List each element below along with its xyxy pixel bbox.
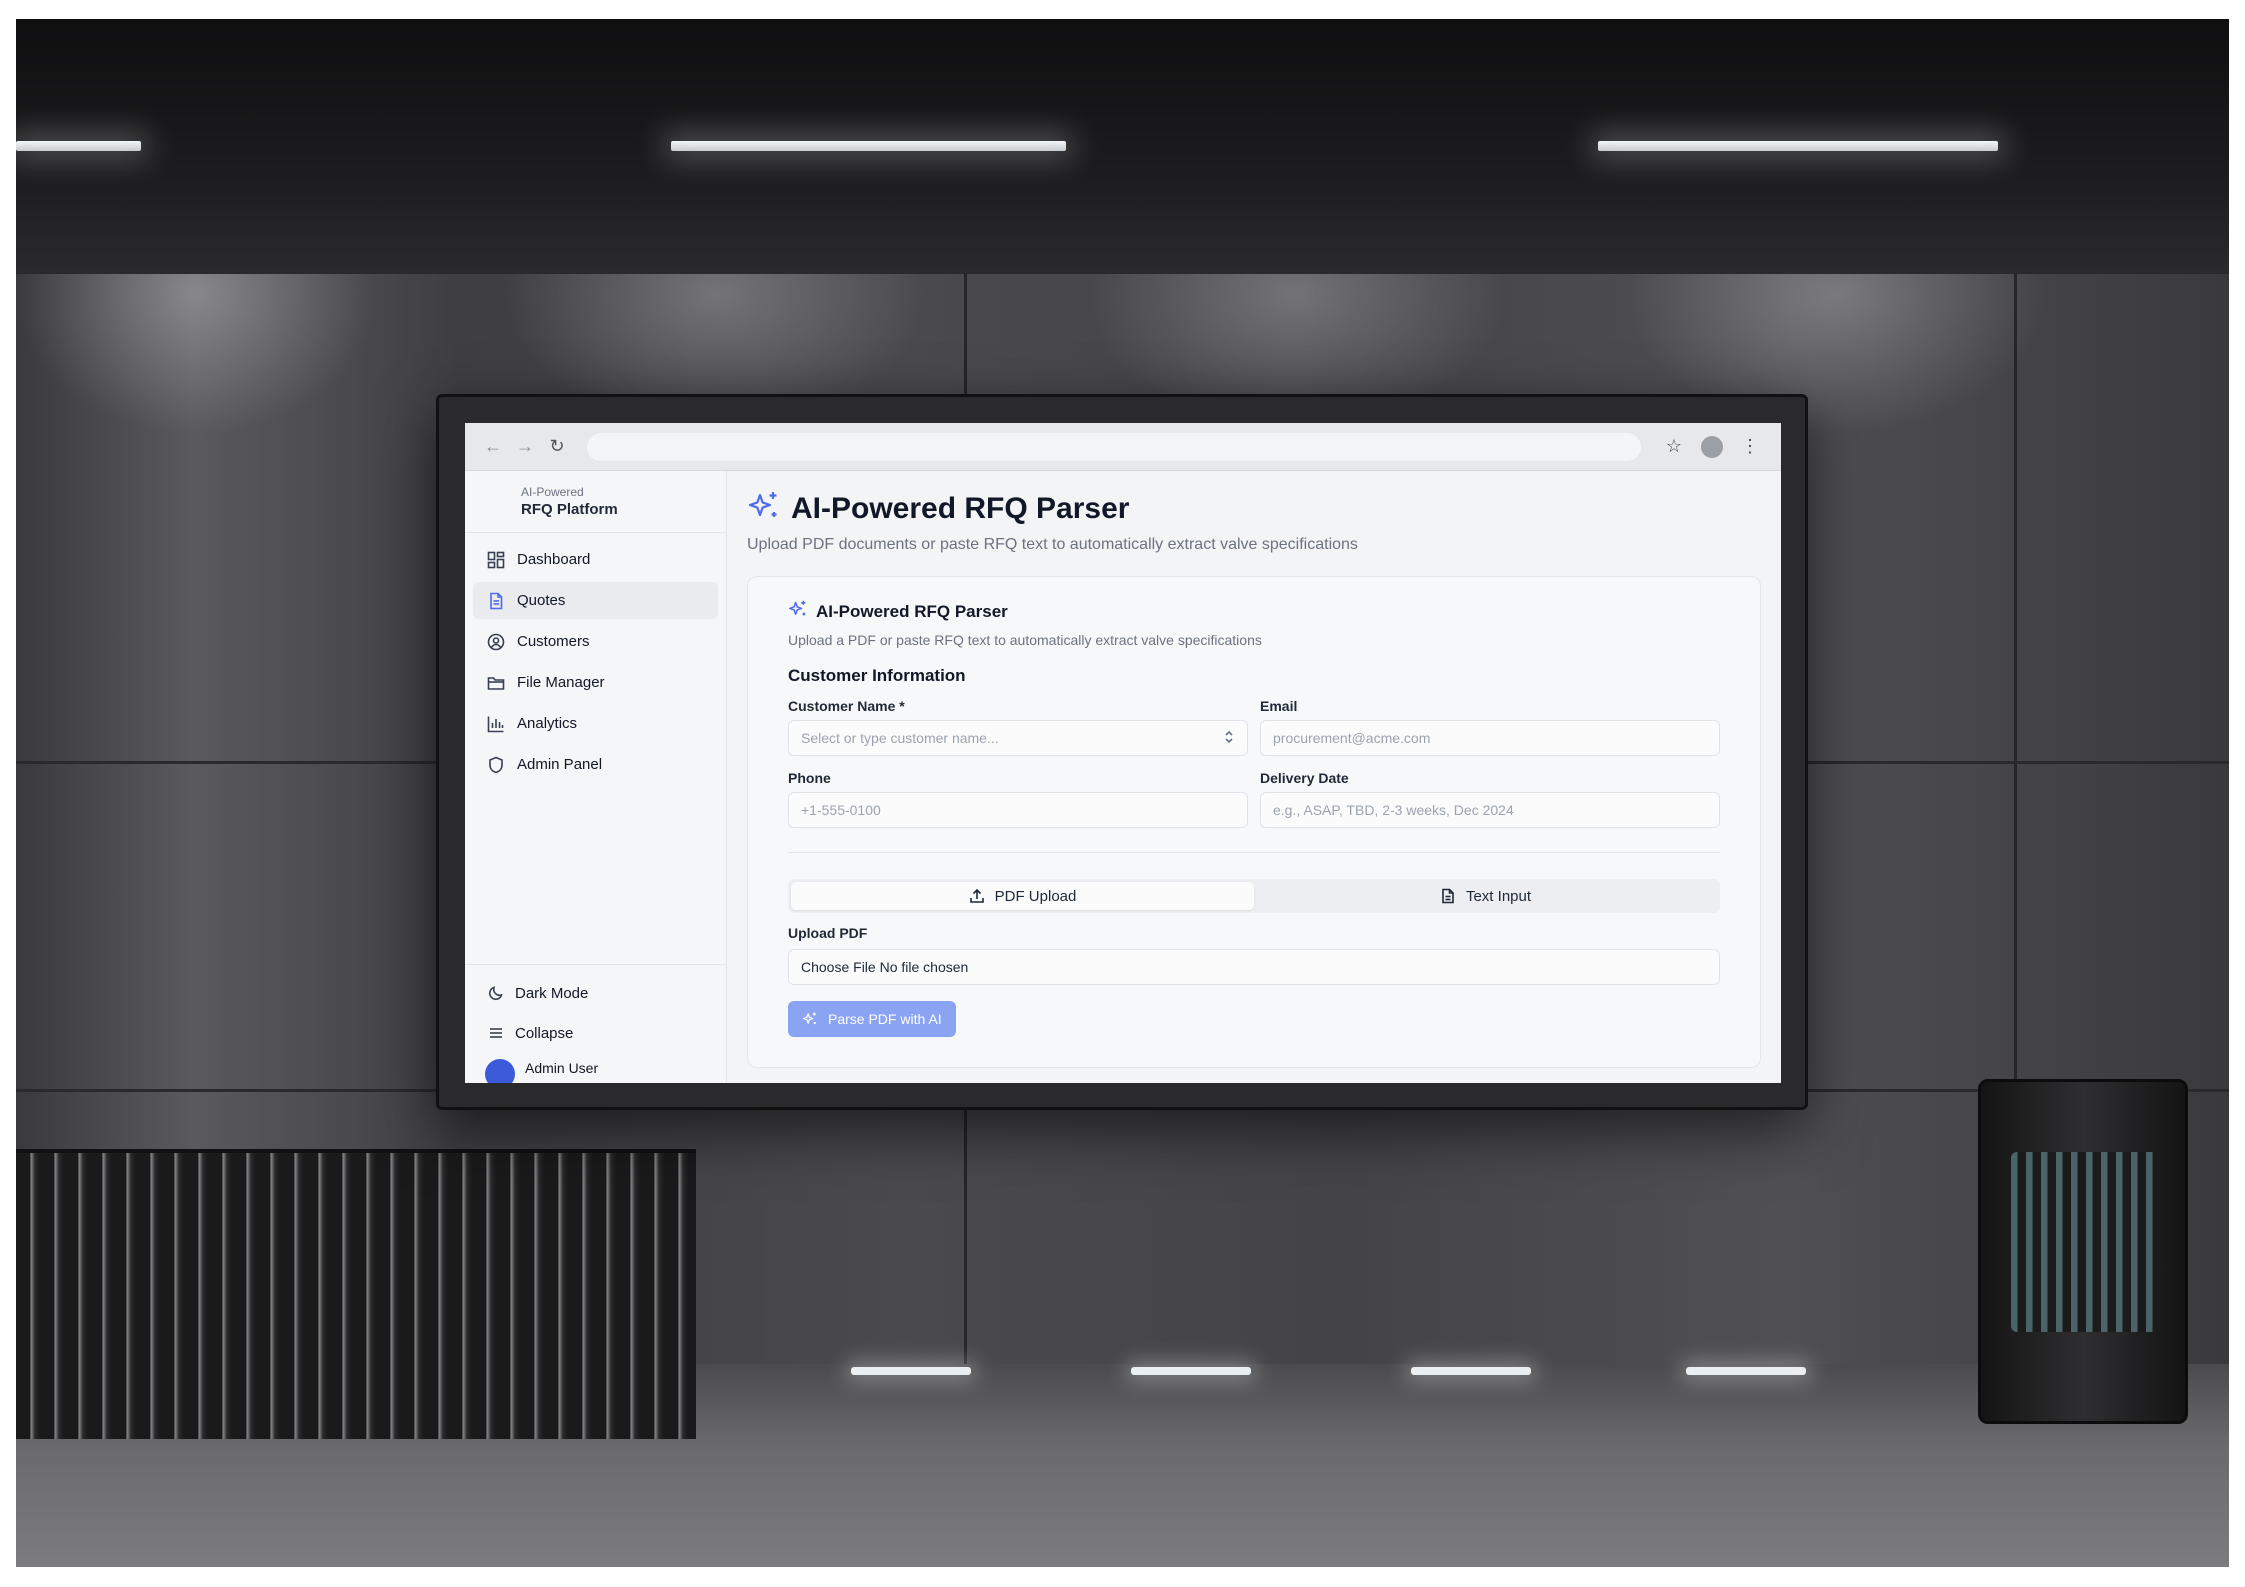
sidebar-item-dashboard[interactable]: Dashboard <box>473 541 718 578</box>
brand-subtitle: AI-Powered <box>521 485 584 499</box>
sidebar-item-file-manager[interactable]: File Manager <box>473 664 718 701</box>
main-content: AI-Powered RFQ Parser Upload PDF documen… <box>727 471 1781 1083</box>
forward-arrow-icon[interactable]: → <box>509 436 541 457</box>
input-mode-tabs: PDF Upload Text Input <box>788 879 1720 913</box>
floor-light <box>851 1367 971 1375</box>
sidebar: AI-Powered RFQ Platform Dashboard Quotes <box>465 471 727 1083</box>
bench <box>16 1149 696 1439</box>
bin-slots <box>2011 1152 2161 1332</box>
sidebar-item-quotes[interactable]: Quotes <box>473 582 718 619</box>
dark-mode-toggle[interactable]: Dark Mode <box>473 973 718 1013</box>
phone-label: Phone <box>788 770 831 786</box>
card-title: AI-Powered RFQ Parser <box>816 601 1008 621</box>
divider <box>788 852 1720 853</box>
card-header: AI-Powered RFQ Parser <box>788 599 1720 624</box>
delivery-date-group: Delivery Date <box>1260 770 1720 828</box>
upload-icon <box>969 888 985 904</box>
sparkles-icon <box>747 489 781 528</box>
user-profile[interactable]: Admin User <box>473 1053 718 1083</box>
user-circle-icon <box>485 631 507 653</box>
customer-name-label: Customer Name * <box>788 698 905 714</box>
bar-chart-icon <box>485 713 507 735</box>
sparkles-icon <box>802 1011 818 1027</box>
customer-name-select[interactable]: Select or type customer name... <box>788 720 1248 756</box>
file-input-text: Choose File No file chosen <box>801 959 969 975</box>
parser-card: AI-Powered RFQ Parser Upload a PDF or pa… <box>747 576 1761 1068</box>
delivery-date-label: Delivery Date <box>1260 770 1349 786</box>
upload-pdf-label: Upload PDF <box>788 925 868 941</box>
sidebar-footer: Dark Mode Collapse Admin User <box>465 964 726 1083</box>
collapse-button[interactable]: Collapse <box>473 1013 718 1053</box>
reload-icon[interactable]: ↻ <box>541 436 573 457</box>
sidebar-item-admin-panel[interactable]: Admin Panel <box>473 746 718 783</box>
ceiling-light <box>671 141 1066 151</box>
customer-form: Customer Name * Select or type customer … <box>788 698 1720 828</box>
sidebar-item-label: Quotes <box>517 592 566 609</box>
tab-label: PDF Upload <box>994 887 1077 905</box>
page-header: AI-Powered RFQ Parser <box>747 489 1761 528</box>
sparkles-icon <box>788 599 808 624</box>
parse-button-label: Parse PDF with AI <box>828 1011 942 1027</box>
browser-toolbar: ← → ↻ ☆ ⋮ <box>465 423 1781 471</box>
sidebar-item-label: Admin Panel <box>517 756 603 773</box>
browser-window: ← → ↻ ☆ ⋮ AI-Powered RFQ Platform Dashbo… <box>465 423 1781 1083</box>
card-subtitle: Upload a PDF or paste RFQ text to automa… <box>788 632 1262 648</box>
section-title: Customer Information <box>788 666 966 685</box>
parse-pdf-button[interactable]: Parse PDF with AI <box>788 1001 956 1037</box>
collapse-label: Collapse <box>515 1024 574 1042</box>
shield-icon <box>485 754 507 776</box>
tab-text-input[interactable]: Text Input <box>1254 882 1717 910</box>
menu-icon <box>485 1022 507 1044</box>
floor-light <box>1686 1367 1806 1375</box>
sidebar-item-analytics[interactable]: Analytics <box>473 705 718 742</box>
document-icon <box>485 590 507 612</box>
folder-icon <box>485 672 507 694</box>
email-label: Email <box>1260 698 1298 714</box>
ceiling-light <box>1598 141 1998 151</box>
floor-light <box>1411 1367 1531 1375</box>
text-file-icon <box>1440 888 1456 904</box>
floor-light <box>1131 1367 1251 1375</box>
more-vert-icon[interactable]: ⋮ <box>1731 436 1769 457</box>
avatar <box>485 1059 515 1083</box>
email-group: Email <box>1260 698 1720 756</box>
sidebar-nav: Dashboard Quotes Customers File Manager <box>465 533 726 795</box>
sidebar-item-label: Dashboard <box>517 551 591 568</box>
phone-field[interactable] <box>788 792 1248 828</box>
file-input[interactable]: Choose File No file chosen <box>788 949 1720 985</box>
tab-label: Text Input <box>1465 887 1532 905</box>
address-bar[interactable] <box>587 432 1641 461</box>
tab-pdf-upload[interactable]: PDF Upload <box>791 882 1254 910</box>
email-field[interactable] <box>1260 720 1720 756</box>
page-title: AI-Powered RFQ Parser <box>791 491 1130 525</box>
brand-title: RFQ Platform <box>521 501 618 518</box>
moon-icon <box>485 982 507 1004</box>
page-subtitle: Upload PDF documents or paste RFQ text t… <box>747 536 1358 553</box>
star-icon[interactable]: ☆ <box>1655 436 1693 457</box>
grid-icon <box>485 549 507 571</box>
dark-mode-label: Dark Mode <box>515 984 589 1002</box>
sidebar-item-customers[interactable]: Customers <box>473 623 718 660</box>
brand: AI-Powered RFQ Platform <box>465 471 726 533</box>
chevron-up-down-icon <box>1223 730 1235 747</box>
user-name: Admin User <box>525 1060 599 1076</box>
customer-name-placeholder: Select or type customer name... <box>801 730 999 746</box>
profile-icon[interactable] <box>1693 435 1731 458</box>
customer-name-group: Customer Name * Select or type customer … <box>788 698 1248 756</box>
sidebar-item-label: Customers <box>517 633 590 650</box>
delivery-date-field[interactable] <box>1260 792 1720 828</box>
trash-bin <box>1978 1079 2188 1424</box>
sidebar-item-label: File Manager <box>517 674 605 691</box>
back-arrow-icon[interactable]: ← <box>477 436 509 457</box>
ceiling-light <box>16 141 141 151</box>
sidebar-item-label: Analytics <box>517 715 578 732</box>
phone-group: Phone <box>788 770 1248 828</box>
